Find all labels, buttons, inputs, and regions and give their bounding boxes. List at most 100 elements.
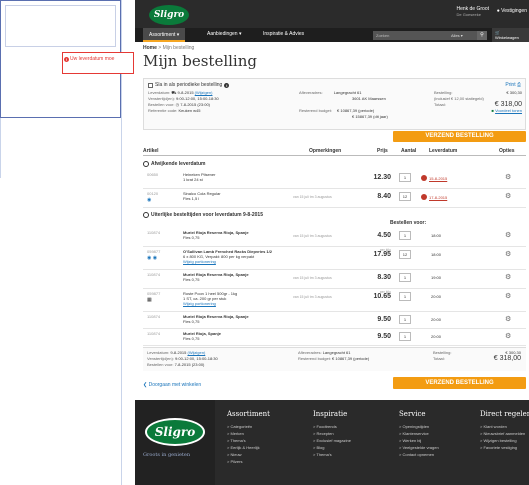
footer-link-label: Foodtrends <box>316 424 337 429</box>
footer-link[interactable]: > Merken <box>227 430 270 437</box>
change-date-link[interactable]: (Wijzigen) <box>195 90 213 95</box>
footer-link[interactable]: > Klant worden <box>480 423 529 430</box>
article-name: Roste Poon 1 heel 500gr - 1kg 1 ST, ca. 2… <box>183 291 293 306</box>
footer-link[interactable]: > Veelgestelde vragen <box>399 444 439 451</box>
clock-icon <box>143 161 149 167</box>
footer-link[interactable]: > Thema's <box>227 437 270 444</box>
change-date-link[interactable]: (Wijzigen) <box>188 350 206 355</box>
quantity-input[interactable]: 1 <box>399 231 411 240</box>
gear-icon[interactable]: ⚙ <box>505 231 511 239</box>
order-label: Bestelling: <box>434 90 453 95</box>
clock-icon: ◷ <box>175 102 180 107</box>
article-code: 110874 <box>147 272 161 277</box>
top-header: Sligro Henk de Groot De Goeseeke ● Vesti… <box>135 0 529 28</box>
print-link[interactable]: Print ⎙ <box>505 82 521 88</box>
nav-assortiment[interactable]: Assortiment ▾ <box>143 28 186 42</box>
search-icon[interactable]: ⚲ <box>477 31 487 40</box>
order-time: 18:00 <box>431 233 442 238</box>
total-label: Totaal: <box>434 102 446 107</box>
nav-inspiratie[interactable]: Inspiratie & Advies <box>263 31 304 37</box>
col-price: Prijs <box>377 148 388 154</box>
footer-link[interactable]: > Openingstijden <box>399 423 439 430</box>
voordeel-link[interactable]: Voordeel tonen <box>495 108 522 113</box>
quantity-input[interactable]: 1 <box>399 173 411 182</box>
footer-link[interactable]: > Blog <box>313 444 351 451</box>
footer-link[interactable]: > Eerlijk & Heerlijk <box>227 444 270 451</box>
footer-link[interactable]: > Thema's <box>313 451 351 458</box>
article-sub: Fles 0,75 <box>183 277 200 282</box>
quantity-input[interactable]: 12 <box>399 192 411 201</box>
gear-icon[interactable]: ⚙ <box>505 292 511 300</box>
budget-year: € 15867,39 (dit jaar) <box>352 114 388 119</box>
table-row: 110874 Muriel Rioja, Spanje Fles 0,75 9.5… <box>143 329 526 346</box>
delivery-date-link[interactable]: 15-8-2015 <box>429 176 447 181</box>
delivery-value: 9-8-2015 <box>177 90 194 95</box>
footer-col-direct: Direct regelen > Klant worden > Nieuwsbr… <box>480 410 529 451</box>
footer-link[interactable]: > Foodtrends <box>313 423 351 430</box>
portion-link[interactable]: Wijzig portionering <box>183 301 293 306</box>
user-account[interactable]: Henk de Groot De Goeseeke <box>456 6 489 18</box>
footer-col-title: Service <box>399 410 426 418</box>
info-icon: ◉ <box>147 197 152 203</box>
footer-link[interactable]: > Nieuw <box>227 451 270 458</box>
cart-button[interactable]: 🛒 Winkelwagen <box>492 28 529 42</box>
vestigingen-link[interactable]: ● Vestigingen <box>497 8 527 14</box>
footer-link-label: Klant worden <box>483 424 507 429</box>
address-label: Afleveradres: <box>298 350 322 355</box>
gear-icon[interactable]: ⚙ <box>505 273 511 281</box>
main-nav: Assortiment ▾ Aanbiedingen ▾ Inspiratie … <box>135 28 529 42</box>
delivery-date[interactable]: 15-8-2015 <box>421 175 447 181</box>
delivery-date[interactable]: 17-8-2015 <box>421 194 447 200</box>
footer-link[interactable]: > Nieuwsbrief aanmelden <box>480 430 529 437</box>
quantity-input[interactable]: 1 <box>399 332 411 341</box>
quantity-input[interactable]: 12 <box>399 250 411 259</box>
gear-icon[interactable]: ⚙ <box>505 173 511 181</box>
sligro-logo[interactable]: Sligro <box>149 5 189 25</box>
delivery-date-link[interactable]: 17-8-2015 <box>429 195 447 200</box>
budget-period: € 10867,39 (periode) <box>337 108 375 113</box>
submit-order-button-top[interactable]: VERZEND BESTELLING <box>393 131 526 142</box>
footer-col-assortiment: Assortiment > Categorieën > Merken > The… <box>227 410 270 465</box>
article-price: 8.40 <box>377 193 391 200</box>
submit-order-button-bottom[interactable]: VERZEND BESTELLING <box>393 377 526 389</box>
gear-icon[interactable]: ⚙ <box>505 250 511 258</box>
breadcrumb-home[interactable]: Home <box>143 45 157 51</box>
footer-link[interactable]: > Recepten <box>313 430 351 437</box>
footer-link[interactable]: > Werken bij <box>399 437 439 444</box>
footer-link-label: Nieuw <box>230 452 242 457</box>
continue-shopping-link[interactable]: ❮ Doorgaan met winkelen <box>143 382 201 388</box>
footer-link[interactable]: > Exclusief magazine <box>313 437 351 444</box>
portion-link[interactable]: Wijzig portionering <box>183 259 293 264</box>
col-article: Artikel <box>143 148 159 154</box>
footer-link[interactable]: > Favoriete vestiging <box>480 444 529 451</box>
footer-link[interactable]: > Wijzigen bestelling <box>480 437 529 444</box>
table-header: Artikel Opmerkingen Prijs Aantal Leverda… <box>143 147 526 156</box>
footer-link-label: Exclusief magazine <box>316 438 351 443</box>
delivery-value: 9-8-2015 <box>170 350 187 355</box>
quantity-input[interactable]: 1 <box>399 315 411 324</box>
background-error-box: ! Uw leverdatum moe <box>62 52 134 74</box>
reference-value: Keuken w45 <box>178 108 201 113</box>
footer-col-title: Inspiratie <box>313 410 348 418</box>
nav-aanbiedingen[interactable]: Aanbiedingen ▾ <box>207 31 242 37</box>
article-sub: Fles 0,75 <box>183 319 200 324</box>
footer-link-label: Veelgestelde vragen <box>402 445 439 450</box>
order-label: Bestelling: <box>433 350 452 355</box>
periodic-checkbox[interactable] <box>148 82 153 88</box>
gear-icon[interactable]: ⚙ <box>505 315 511 323</box>
quantity-input[interactable]: 1 <box>399 292 411 301</box>
footer-logo[interactable]: Sligro <box>145 418 205 446</box>
address-line2: 3601 AK Maarssen <box>352 96 386 101</box>
search-scope-select[interactable]: Alles ▾ <box>439 31 477 40</box>
article-price: 17.95 <box>373 251 391 258</box>
footer-link[interactable]: > Pilzers <box>227 458 270 465</box>
quantity-input[interactable]: 1 <box>399 273 411 282</box>
save-periodic[interactable]: Sla in als periodieke bestelling i <box>148 82 230 88</box>
footer-link[interactable]: > Contact opnemen <box>399 451 439 458</box>
footer-link[interactable]: > Categorieën <box>227 423 270 430</box>
gear-icon[interactable]: ⚙ <box>505 332 511 340</box>
footer-link-label: Thema's <box>230 438 246 443</box>
footer-link[interactable]: > Klantenservice <box>399 430 439 437</box>
section-afwijkend: Afwijkende leverdatum <box>143 161 205 167</box>
gear-icon[interactable]: ⚙ <box>505 192 511 200</box>
